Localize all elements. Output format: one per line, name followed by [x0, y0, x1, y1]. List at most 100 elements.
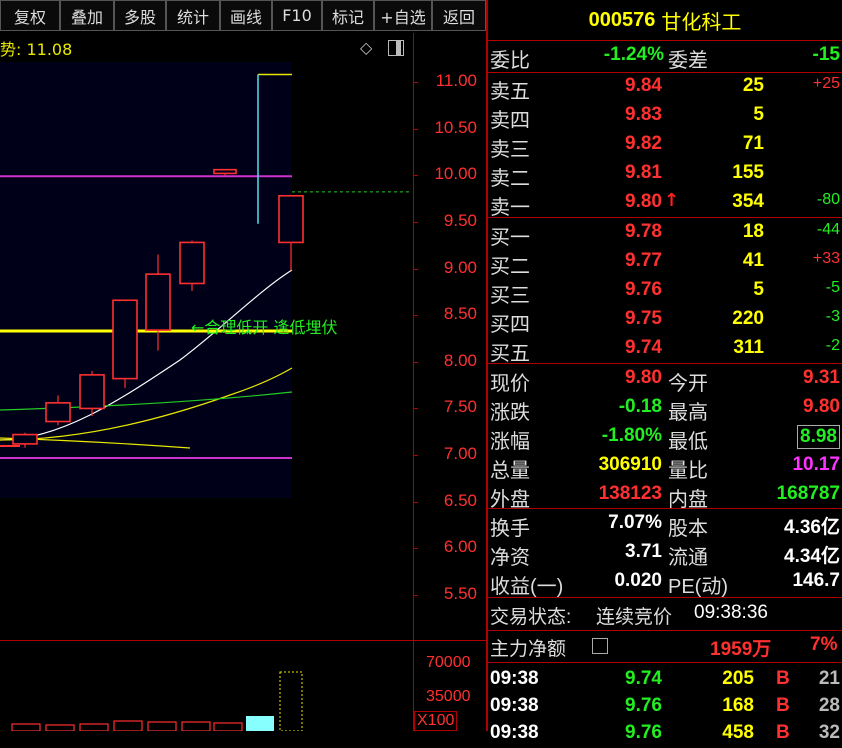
y-tick-label: 10.00: [434, 164, 477, 184]
quote-value: 9.80: [625, 367, 662, 388]
quote-value: 10.17: [792, 454, 840, 475]
bids-volume: 41: [742, 250, 764, 271]
y-tick-mark: [413, 315, 418, 317]
weibi-row: 委比 -1.24% 委差 -15: [488, 42, 842, 72]
tick-count: 21: [818, 668, 840, 689]
tick-time: 09:38: [490, 668, 539, 689]
fundamental-label: 流通: [668, 547, 708, 569]
bids-row[interactable]: 买一 9.78 18 -44: [488, 219, 842, 249]
bids-volume: 311: [733, 337, 764, 358]
bids-price: 9.75: [625, 308, 662, 329]
weibi-value: -1.24%: [603, 44, 664, 65]
bids-change: -5: [825, 279, 840, 296]
bids-price: 9.74: [625, 337, 662, 358]
volume-bar: [45, 724, 75, 731]
quote-label: 涨跌: [490, 402, 530, 424]
stock-code: 000576: [588, 8, 656, 31]
quote-value: 9.80: [803, 396, 840, 417]
bids-price: 9.77: [625, 250, 662, 271]
asks-volume: 155: [732, 162, 764, 183]
tick-count: 28: [818, 695, 840, 716]
trade-status-time: 09:38:36: [694, 602, 768, 623]
bids-change: -2: [825, 337, 840, 354]
fundamental-value: 0.020: [614, 570, 662, 591]
volume-bar: [11, 723, 41, 731]
tick-row: 09:38 9.76 458 B 32: [488, 720, 842, 748]
fundamental-value: 7.07%: [608, 512, 662, 533]
quote-row: 总量 306910 量比 10.17: [488, 452, 842, 482]
candle-body[interactable]: [79, 374, 105, 410]
trade-status-row: 交易状态: 连续竞价 09:38:36: [488, 600, 842, 628]
quote-value: -0.18: [618, 396, 662, 417]
fundamental-label: PE(动): [668, 576, 728, 598]
asks-price: 9.82: [625, 133, 662, 154]
stock-header: 000576 甘化科工: [488, 0, 842, 40]
fundamental-value: 3.71: [625, 541, 662, 562]
asks-row[interactable]: 卖三 9.82 71: [488, 131, 842, 161]
asks-price: 9.83: [625, 104, 662, 125]
bids-change: -44: [816, 221, 840, 238]
candle-body[interactable]: [145, 273, 171, 331]
trade-status-value: 连续竞价: [596, 607, 673, 628]
list-icon[interactable]: [592, 638, 608, 654]
candle-body[interactable]: [12, 433, 38, 445]
tick-volume: 205: [722, 668, 754, 689]
bids-row[interactable]: 买四 9.75 220 -3: [488, 306, 842, 336]
asks-change: -80: [816, 191, 840, 208]
quote-row: 外盘 138123 内盘 168787: [488, 481, 842, 511]
asks-price: 9.84: [625, 75, 662, 96]
asks-price: 9.81: [625, 162, 662, 183]
bids-volume: 5: [753, 279, 764, 300]
asks-row[interactable]: 卖五 9.84 25 +25: [488, 73, 842, 103]
fundamental-label: 股本: [668, 518, 708, 540]
bids-change: -3: [825, 308, 840, 325]
asks-row[interactable]: 卖二 9.81 155: [488, 160, 842, 190]
y-tick-label: 6.00: [443, 537, 477, 557]
volume-unit-badge[interactable]: X100: [414, 711, 458, 731]
main-flow-label: 主力净额: [490, 639, 567, 660]
asks-change: +25: [812, 75, 840, 92]
quote-value: -1.80%: [601, 425, 662, 446]
tick-price: 9.76: [625, 695, 662, 716]
quote-row: 涨幅 -1.80% 最低 8.98: [488, 423, 842, 453]
asks-row[interactable]: 卖四 9.83 5: [488, 102, 842, 132]
tick-volume: 168: [722, 695, 754, 716]
bids-row[interactable]: 买五 9.74 311 -2: [488, 335, 842, 365]
y-tick-label: 11.00: [435, 71, 477, 90]
bids-level-label: 买四: [490, 314, 530, 336]
volume-bar-cyan: [246, 716, 274, 731]
quote-label: 现价: [490, 373, 530, 395]
y-tick-mark: [413, 175, 418, 177]
y-tick-mark: [413, 501, 418, 503]
candle-body[interactable]: [179, 241, 205, 285]
candle-body[interactable]: [278, 194, 304, 244]
y-tick-label: 9.50: [443, 210, 477, 230]
volume-bar: [213, 722, 243, 731]
tick-time: 09:38: [490, 695, 539, 716]
asks-level-label: 卖三: [490, 139, 530, 161]
candle-body[interactable]: [45, 402, 71, 423]
volume-bar-current: [279, 671, 303, 731]
fundamental-value: 146.7: [792, 570, 840, 591]
volume-bar: [181, 721, 211, 731]
weicha-value: -15: [812, 44, 840, 65]
asks-price: 9.80: [625, 191, 662, 212]
candle-body[interactable]: [112, 299, 138, 380]
bids-row[interactable]: 买三 9.76 5 -5: [488, 277, 842, 307]
tick-row: 09:38 9.76 168 B 28: [488, 693, 842, 721]
candle-body[interactable]: [213, 168, 237, 175]
y-tick-label: 7.50: [443, 397, 477, 417]
quote-row: 涨跌 -0.18 最高 9.80: [488, 394, 842, 424]
tick-side: B: [776, 695, 790, 716]
vol-tick-35000: 35000: [426, 688, 471, 705]
fundamental-row: 换手 7.07% 股本 4.36亿: [488, 510, 842, 540]
quote-label: 量比: [668, 460, 708, 482]
volume-bar: [113, 720, 143, 731]
main-flow-value: 1959万: [710, 639, 772, 660]
quote-value: 168787: [776, 483, 840, 504]
y-tick-mark: [413, 595, 418, 596]
y-tick-mark: [413, 408, 418, 410]
bids-row[interactable]: 买二 9.77 41 +33: [488, 248, 842, 278]
tick-side: B: [776, 668, 790, 689]
quote-value: 8.98: [797, 425, 840, 449]
